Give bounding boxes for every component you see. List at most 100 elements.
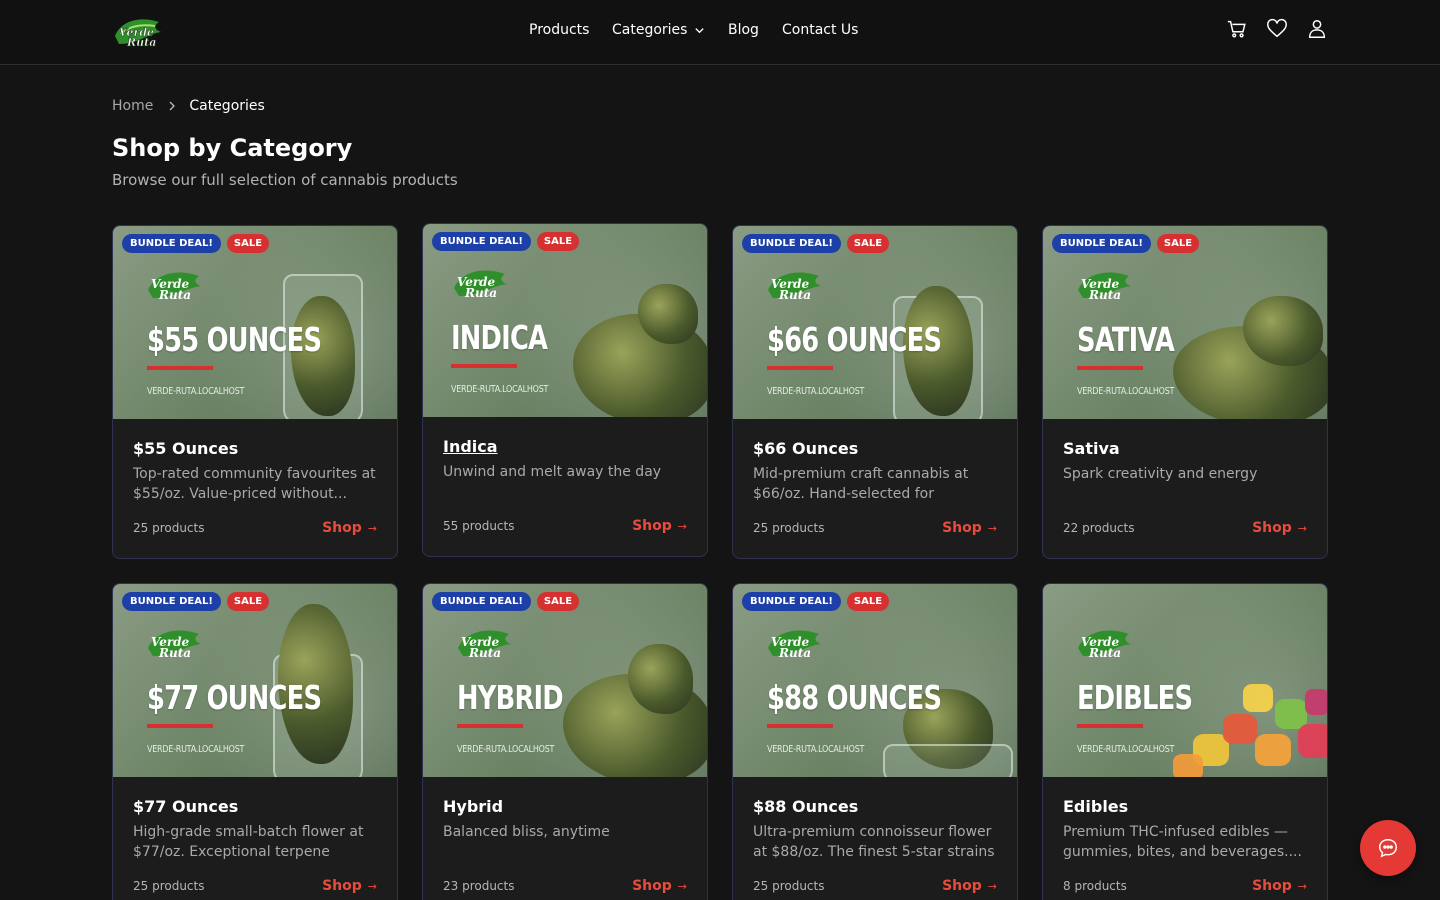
category-name[interactable]: $55 Ounces [133,439,383,458]
category-card[interactable]: BUNDLE DEAL! SALE Verde Ruta $66 OUNCES V… [732,225,1018,559]
nav-products[interactable]: Products [529,22,589,38]
category-image: BUNDLE DEAL! SALE Verde Ruta $88 OUNCES V… [733,584,1017,777]
category-name[interactable]: Sativa [1063,439,1313,458]
category-name[interactable]: Edibles [1063,797,1313,816]
category-description: Ultra-premium connoisseur flower at $88/… [753,824,995,860]
chat-button[interactable] [1360,820,1416,876]
product-count: 8 products [1063,879,1127,893]
top-navbar: Verde Ruta Products Categories Blog Cont… [0,0,1440,65]
shop-label: Shop [632,518,672,534]
product-count: 25 products [753,521,825,535]
arrow-right-icon: → [1297,879,1307,893]
sale-badge: SALE [536,592,580,611]
shop-link[interactable]: Shop → [322,878,377,894]
product-count: 25 products [753,879,825,893]
image-title: $88 OUNCES [767,678,942,717]
shop-link[interactable]: Shop → [632,878,687,894]
category-name[interactable]: $88 Ounces [753,797,1003,816]
image-domain: VERDE-RUTA.LOCALHOST [767,744,865,755]
category-image: BUNDLE DEAL! SALE Verde Ruta HYBRID VERDE… [423,584,707,777]
category-image: BUNDLE DEAL! SALE Verde Ruta SATIVA VERDE… [1043,226,1327,419]
category-name[interactable]: $77 Ounces [133,797,383,816]
category-card[interactable]: BUNDLE DEAL! SALE Verde Ruta $88 OUNCES V… [732,583,1018,900]
page-title: Shop by Category [112,134,353,162]
category-card[interactable]: BUNDLE DEAL! SALE Verde Ruta $55 OUNCES V… [112,225,398,559]
shop-link[interactable]: Shop → [1252,878,1307,894]
product-count: 25 products [133,879,205,893]
image-title: SATIVA [1077,320,1175,359]
nav-blog[interactable]: Blog [728,22,759,38]
category-description: Top-rated community favourites at $55/oz… [133,466,376,502]
bundle-badge: BUNDLE DEAL! [432,232,531,251]
category-card[interactable]: BUNDLE DEAL! SALE Verde Ruta INDICA VERDE… [422,223,708,557]
category-image: BUNDLE DEAL! SALE Verde Ruta $66 OUNCES V… [733,226,1017,419]
svg-text:Ruta: Ruta [1088,646,1121,660]
image-domain: VERDE-RUTA.LOCALHOST [147,386,245,397]
image-title: INDICA [451,318,548,357]
category-card[interactable]: BUNDLE DEAL! SALE Verde Ruta HYBRID VERDE… [422,583,708,900]
svg-text:Ruta: Ruta [468,646,501,660]
chat-icon [1379,839,1397,858]
bundle-badge: BUNDLE DEAL! [742,592,841,611]
category-image: BUNDLE DEAL! SALE Verde Ruta INDICA VERDE… [423,224,707,417]
breadcrumb-home[interactable]: Home [112,98,153,114]
category-name[interactable]: Hybrid [443,797,693,816]
breadcrumb: Home Categories [112,98,265,114]
sale-badge: SALE [846,234,890,253]
image-domain: VERDE-RUTA.LOCALHOST [767,386,865,397]
category-image: BUNDLE DEAL! SALE Verde Ruta $77 OUNCES V… [113,584,397,777]
shop-link[interactable]: Shop → [322,520,377,536]
image-title: $77 OUNCES [147,678,322,717]
shop-label: Shop [1252,878,1292,894]
shop-link[interactable]: Shop → [942,520,997,536]
svg-text:Ruta: Ruta [464,286,497,300]
brand-logo-mini: VerdeRuta [768,630,821,660]
brand-logo-mini: VerdeRuta [768,272,821,302]
shop-label: Shop [1252,520,1292,536]
category-image: BUNDLE DEAL! SALE Verde Ruta $55 OUNCES V… [113,226,397,419]
image-title: $55 OUNCES [147,320,322,359]
brand-logo-mini: VerdeRuta [148,630,201,660]
sale-badge: SALE [226,592,270,611]
category-card[interactable]: BUNDLE DEAL! SALE Verde Ruta SATIVA VERDE… [1042,225,1328,559]
svg-text:Ruta: Ruta [778,646,811,660]
shop-link[interactable]: Shop → [632,518,687,534]
brand-logo-mini: VerdeRuta [1078,272,1131,302]
category-card[interactable]: BUNDLE DEAL! SALE Verde Ruta $77 OUNCES V… [112,583,398,900]
user-icon[interactable] [1306,18,1328,40]
shop-label: Shop [322,878,362,894]
nav-contact[interactable]: Contact Us [782,22,858,38]
heart-icon[interactable] [1266,18,1288,40]
category-name[interactable]: Indica [443,437,693,456]
arrow-right-icon: → [367,521,377,535]
image-domain: VERDE-RUTA.LOCALHOST [457,744,555,755]
red-divider [767,724,833,728]
shop-label: Shop [942,520,982,536]
product-count: 25 products [133,521,205,535]
image-domain: VERDE-RUTA.LOCALHOST [451,384,549,395]
arrow-right-icon: → [987,879,997,893]
chevron-down-icon [695,27,705,33]
arrow-right-icon: → [367,879,377,893]
red-divider [147,366,213,370]
cart-icon[interactable] [1226,18,1248,40]
red-divider [1077,366,1143,370]
header-actions [1226,18,1328,40]
shop-link[interactable]: Shop → [1252,520,1307,536]
brand-logo[interactable]: Verde Ruta [111,14,163,50]
sale-badge: SALE [226,234,270,253]
product-count: 22 products [1063,521,1135,535]
svg-text:Ruta: Ruta [158,646,191,660]
bundle-badge: BUNDLE DEAL! [742,234,841,253]
image-title: HYBRID [457,678,564,717]
svg-text:Ruta: Ruta [158,288,191,302]
arrow-right-icon: → [1297,521,1307,535]
shop-link[interactable]: Shop → [942,878,997,894]
bundle-badge: BUNDLE DEAL! [122,234,221,253]
category-name[interactable]: $66 Ounces [753,439,1003,458]
nav-categories[interactable]: Categories [612,22,705,38]
shop-label: Shop [322,520,362,536]
chevron-right-icon [169,101,176,111]
category-card[interactable]: Verde Ruta EDIBLES VERDE-RUTA.LOCALHOST E… [1042,583,1328,900]
category-description: Balanced bliss, anytime [443,824,610,840]
